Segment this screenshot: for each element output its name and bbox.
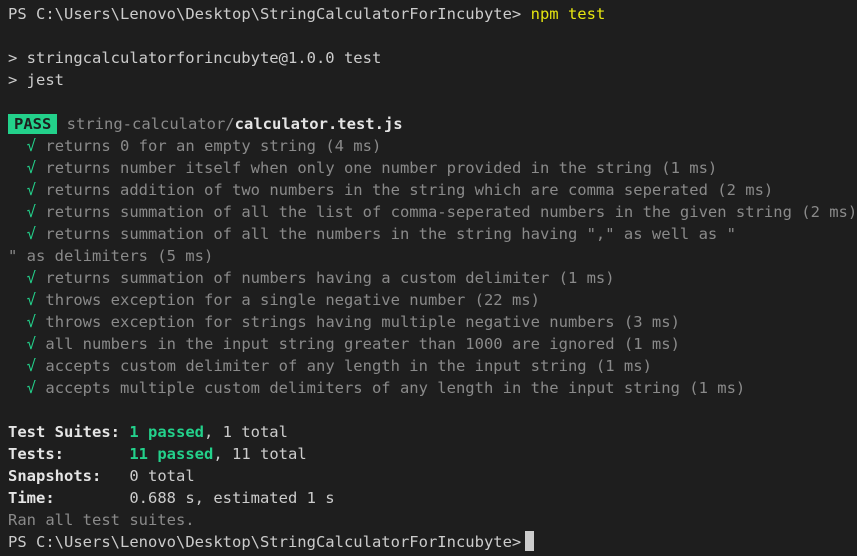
test-name: throws exception for strings having mult… — [45, 313, 680, 331]
test-result-row: √ returns number itself when only one nu… — [8, 157, 718, 179]
check-icon: √ — [26, 335, 37, 353]
test-result-row: √ returns summation of all the numbers i… — [8, 223, 736, 245]
check-icon: √ — [26, 137, 37, 155]
test-file-dir: string-calculator/ — [66, 115, 235, 133]
test-result-row: √ accepts custom delimiter of any length… — [8, 355, 652, 377]
summary-total: , 1 total — [203, 423, 288, 441]
check-icon: √ — [26, 379, 37, 397]
prompt-ps: PS — [8, 533, 27, 551]
check-icon: √ — [26, 269, 37, 287]
summary-suites: Test Suites: 1 passed, 1 total — [8, 421, 288, 443]
npm-jest-line: > jest — [8, 71, 64, 89]
ran-all-message: Ran all test suites. — [8, 511, 195, 529]
test-name: accepts custom delimiter of any length i… — [45, 357, 652, 375]
test-result-row: √ returns summation of all the list of c… — [8, 201, 857, 223]
check-icon: √ — [26, 203, 37, 221]
test-name: returns summation of all the numbers in … — [45, 225, 736, 243]
test-name: returns 0 for an empty string (4 ms) — [45, 137, 382, 155]
check-icon: √ — [26, 291, 37, 309]
command-text: npm test — [530, 5, 606, 23]
test-file-line: PASS string-calculator/calculator.test.j… — [8, 113, 403, 135]
summary-time: Time: 0.688 s, estimated 1 s — [8, 487, 335, 509]
summary-label: Test Suites: — [8, 423, 120, 441]
npm-script-line: > stringcalculatorforincubyte@1.0.0 test — [8, 49, 382, 67]
prompt-path: C:\Users\Lenovo\Desktop\StringCalculator… — [36, 533, 522, 551]
test-result-row: √ throws exception for a single negative… — [8, 289, 540, 311]
summary-label: Snapshots: — [8, 467, 102, 485]
text-cursor — [525, 531, 535, 551]
check-icon: √ — [26, 181, 37, 199]
test-result-row: √ returns 0 for an empty string (4 ms) — [8, 135, 382, 157]
summary-value: 0 total — [129, 467, 195, 485]
prompt-line-current[interactable]: PS C:\Users\Lenovo\Desktop\StringCalcula… — [8, 531, 535, 553]
test-name: returns summation of all the list of com… — [45, 203, 857, 221]
test-name: returns number itself when only one numb… — [45, 159, 718, 177]
summary-passed: 11 passed — [129, 445, 214, 463]
prompt-line: PS C:\Users\Lenovo\Desktop\StringCalcula… — [8, 3, 605, 25]
test-result-row: √ accepts multiple custom delimiters of … — [8, 377, 746, 399]
test-result-row: √ all numbers in the input string greate… — [8, 333, 680, 355]
test-name: returns summation of numbers having a cu… — [45, 269, 615, 287]
check-icon: √ — [26, 159, 37, 177]
test-name: throws exception for a single negative n… — [45, 291, 540, 309]
test-name: returns addition of two numbers in the s… — [45, 181, 774, 199]
test-result-row: √ returns summation of numbers having a … — [8, 267, 615, 289]
test-result-row: √ returns addition of two numbers in the… — [8, 179, 774, 201]
pass-badge: PASS — [8, 114, 58, 134]
prompt-path: C:\Users\Lenovo\Desktop\StringCalculator… — [36, 5, 522, 23]
check-icon: √ — [26, 225, 37, 243]
summary-tests: Tests: 11 passed, 11 total — [8, 443, 307, 465]
check-icon: √ — [26, 357, 37, 375]
test-result-row: √ throws exception for strings having mu… — [8, 311, 680, 333]
summary-label: Time: — [8, 489, 55, 507]
summary-snapshots: Snapshots: 0 total — [8, 465, 195, 487]
test-name: accepts multiple custom delimiters of an… — [45, 379, 746, 397]
summary-passed: 1 passed — [129, 423, 204, 441]
check-icon: √ — [26, 313, 37, 331]
summary-total: , 11 total — [213, 445, 307, 463]
test-name: all numbers in the input string greater … — [45, 335, 680, 353]
terminal-window[interactable]: PS C:\Users\Lenovo\Desktop\StringCalcula… — [0, 0, 857, 556]
test-file-name: calculator.test.js — [234, 115, 403, 133]
summary-label: Tests: — [8, 445, 64, 463]
test-name-continuation: " as delimiters (5 ms) — [8, 247, 214, 265]
summary-value: 0.688 s, estimated 1 s — [129, 489, 335, 507]
prompt-ps: PS — [8, 5, 27, 23]
